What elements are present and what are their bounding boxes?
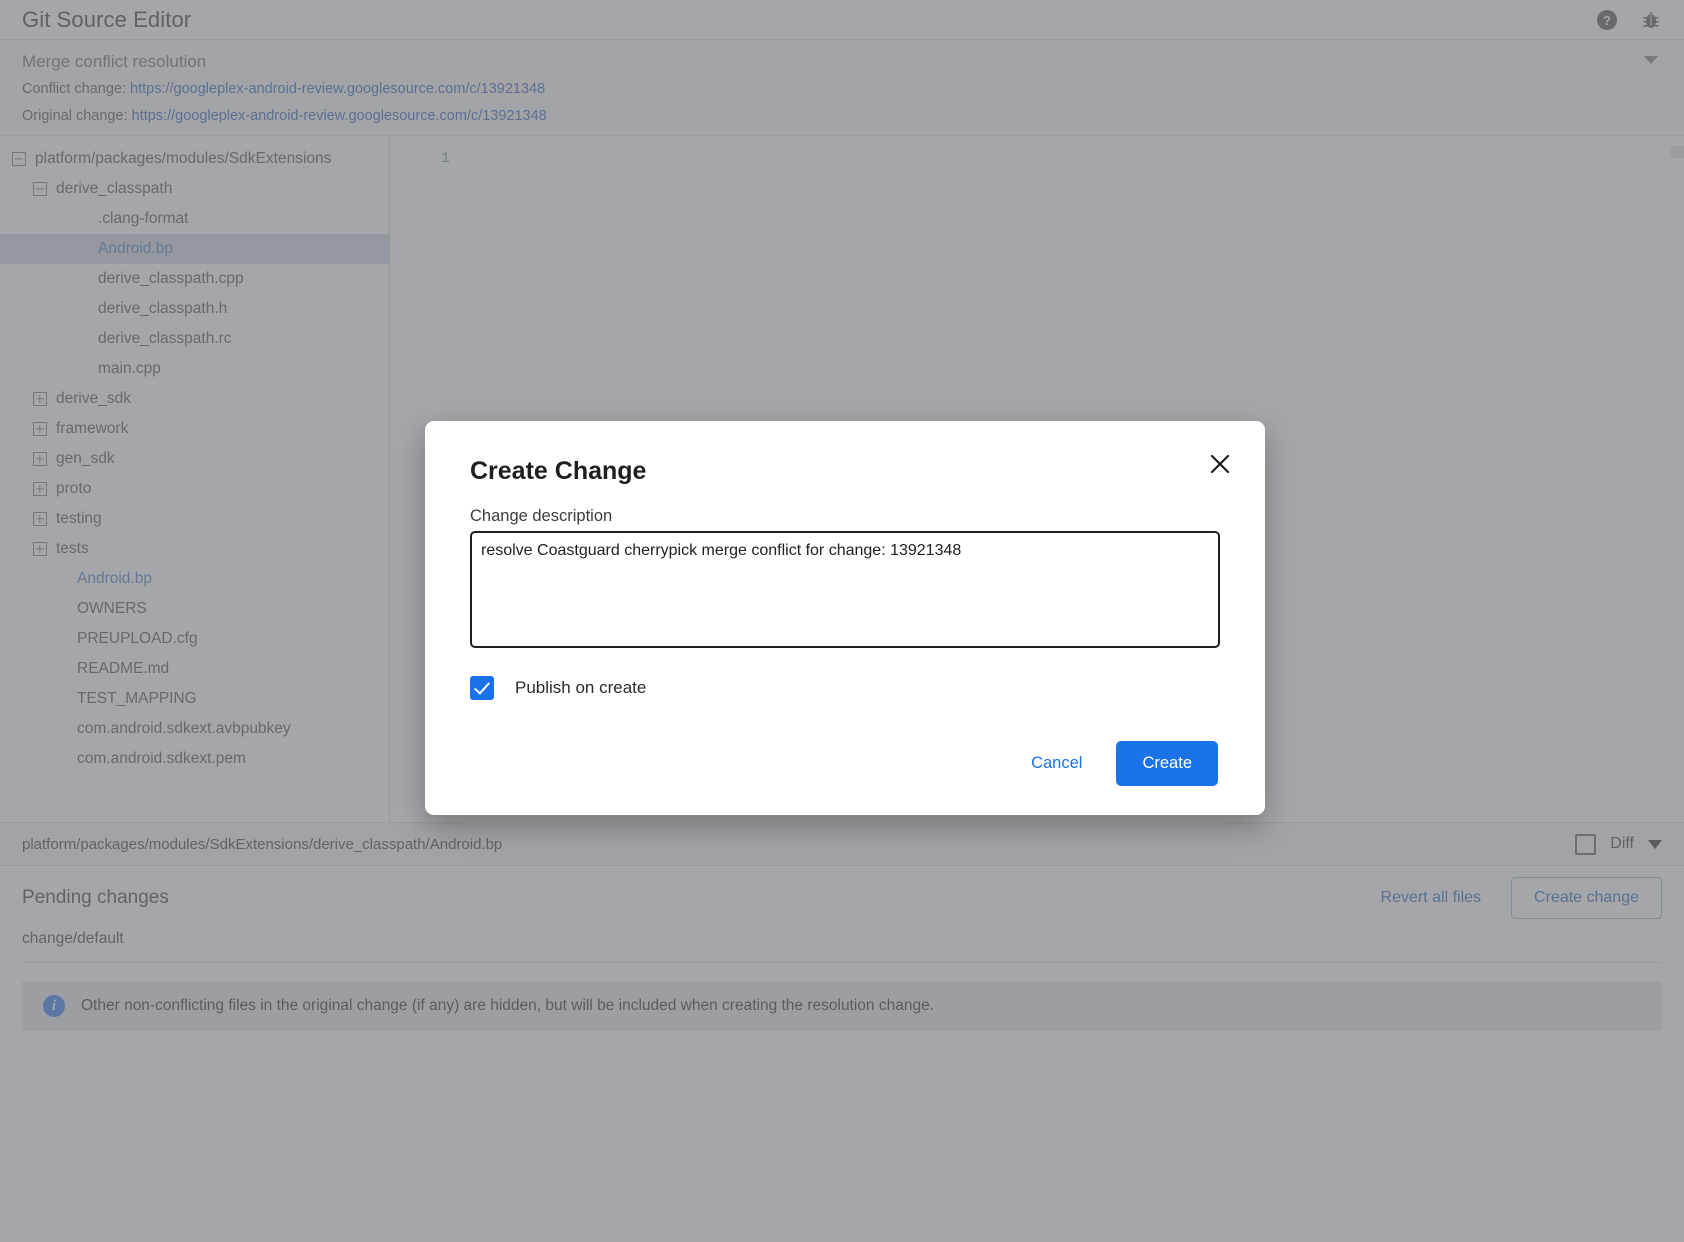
change-description-label: Change description — [470, 507, 612, 526]
create-change-dialog: Create Change Change description Publish… — [425, 421, 1265, 815]
dialog-actions: Cancel Create — [1015, 741, 1218, 786]
publish-on-create-row: Publish on create — [470, 676, 646, 700]
dialog-title: Create Change — [470, 457, 646, 486]
publish-on-create-label: Publish on create — [515, 678, 646, 698]
publish-on-create-checkbox[interactable] — [470, 676, 494, 700]
change-description-input[interactable] — [470, 531, 1220, 648]
close-icon[interactable] — [1203, 447, 1237, 481]
app-root: Git Source Editor ? — [0, 0, 1684, 1242]
cancel-button[interactable]: Cancel — [1015, 743, 1098, 784]
create-button[interactable]: Create — [1116, 741, 1218, 786]
